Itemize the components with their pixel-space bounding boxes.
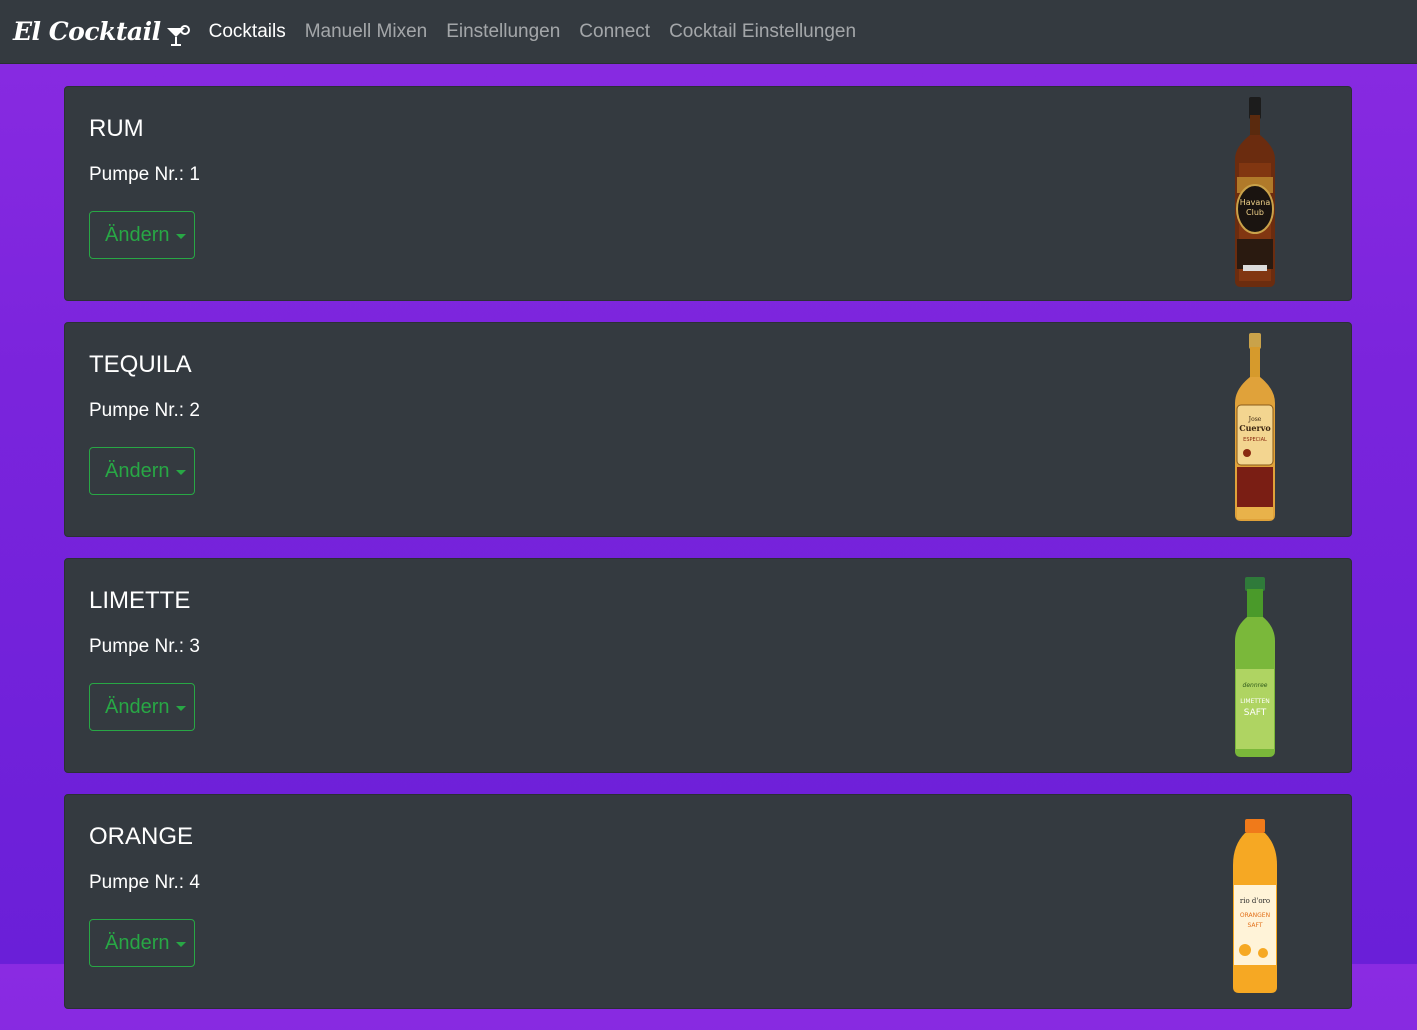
svg-text:Havana: Havana [1240,198,1271,207]
svg-text:Club: Club [1246,208,1264,217]
change-dropdown-button[interactable]: Ändern [89,447,195,495]
brand-logo[interactable]: El Cocktail [13,0,191,64]
nav-link-cocktails[interactable]: Cocktails [209,21,286,43]
caret-down-icon [175,705,186,711]
pump-number: Pumpe Nr.: 3 [89,636,200,657]
nav-link-einstellungen[interactable]: Einstellungen [446,21,560,43]
svg-text:dennree: dennree [1243,682,1268,689]
caret-down-icon [175,941,186,947]
orange-juice-bottle-icon: rio d'oro ORANGEN SAFT [1233,819,1277,993]
change-button-label: Ändern [105,223,170,246]
caret-down-icon [175,469,186,475]
pump-title: RUM [89,115,144,142]
navbar: El Cocktail Cocktails Manuell Mixen Eins… [0,0,1417,64]
change-dropdown-button[interactable]: Ändern [89,683,195,731]
change-button-label: Ändern [105,695,170,718]
nav-link-manuell-mixen[interactable]: Manuell Mixen [305,21,428,43]
svg-text:Cuervo: Cuervo [1239,423,1271,433]
cocktail-glass-icon [166,24,190,46]
pump-card-tequila: TEQUILA Pumpe Nr.: 2 Ändern Jose Cuervo … [64,322,1352,537]
svg-text:SAFT: SAFT [1244,708,1267,718]
rum-bottle-icon: Havana Club [1235,97,1275,287]
pump-list: RUM Pumpe Nr.: 1 Ändern Havana Club TEQU… [64,86,1352,1030]
pump-title: ORANGE [89,823,194,850]
svg-text:LIMETTEN: LIMETTEN [1240,698,1270,705]
change-button-label: Ändern [105,459,170,482]
svg-text:ORANGEN: ORANGEN [1240,912,1270,919]
change-button-label: Ändern [105,931,170,954]
pump-card-orange: ORANGE Pumpe Nr.: 4 Ändern rio d'oro ORA… [64,794,1352,1009]
svg-text:rio d'oro: rio d'oro [1240,897,1270,905]
pump-card-rum: RUM Pumpe Nr.: 1 Ändern Havana Club [64,86,1352,301]
pump-card-limette: LIMETTE Pumpe Nr.: 3 Ändern dennree LIME… [64,558,1352,773]
change-dropdown-button[interactable]: Ändern [89,919,195,967]
svg-text:Jose: Jose [1248,416,1262,423]
pump-number: Pumpe Nr.: 4 [89,872,200,893]
nav-link-connect[interactable]: Connect [579,21,650,43]
nav-link-cocktail-einstellungen[interactable]: Cocktail Einstellungen [669,21,856,43]
svg-text:ESPECIAL: ESPECIAL [1243,437,1267,443]
caret-down-icon [175,233,186,239]
change-dropdown-button[interactable]: Ändern [89,211,195,259]
svg-text:SAFT: SAFT [1247,922,1262,929]
brand-text: El Cocktail [13,17,161,46]
pump-number: Pumpe Nr.: 1 [89,164,200,185]
lime-juice-bottle-icon: dennree LIMETTEN SAFT [1235,577,1275,757]
pump-number: Pumpe Nr.: 2 [89,400,200,421]
tequila-bottle-icon: Jose Cuervo ESPECIAL [1235,333,1275,521]
pump-title: TEQUILA [89,351,192,378]
pump-title: LIMETTE [89,587,191,614]
